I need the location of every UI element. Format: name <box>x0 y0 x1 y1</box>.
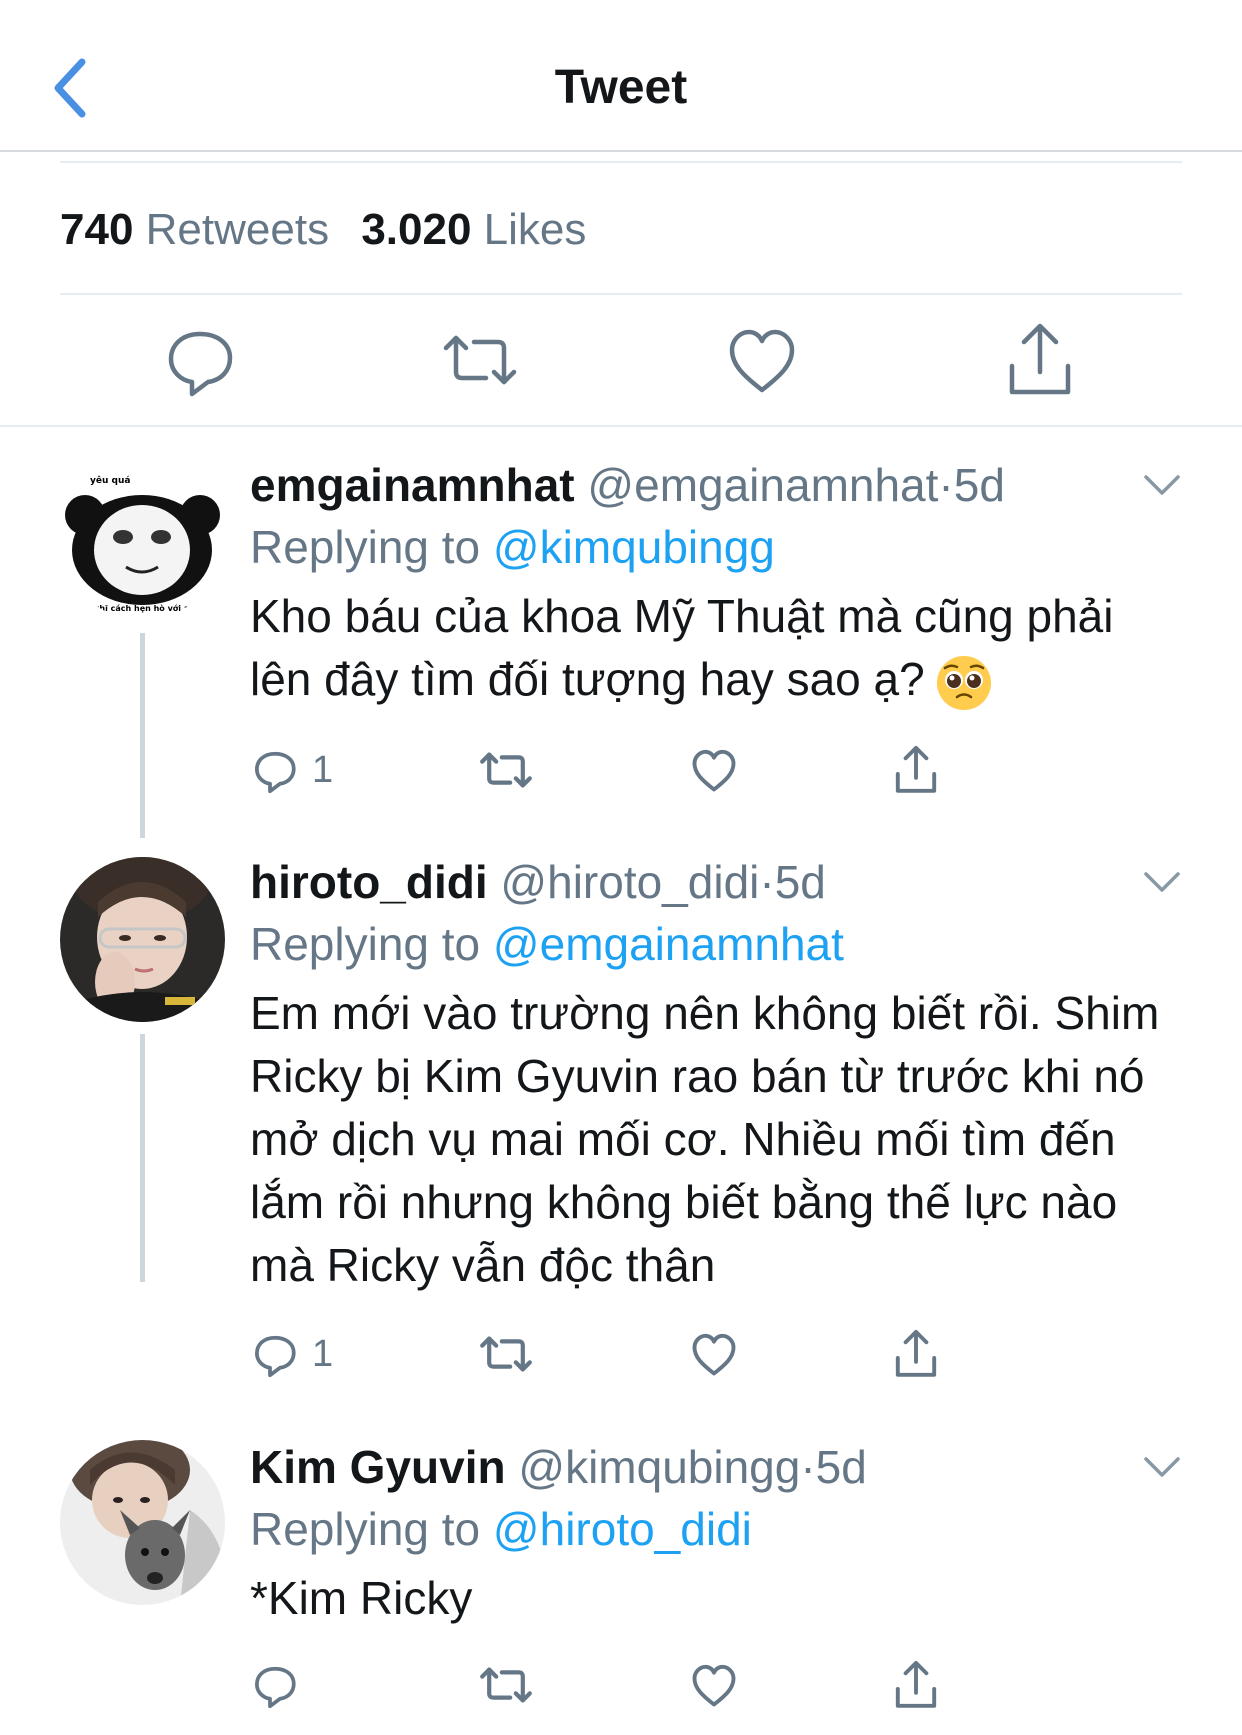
chevron-down-icon <box>1144 475 1180 495</box>
display-name[interactable]: Kim Gyuvin <box>250 1441 506 1493</box>
reply-header: Kim Gyuvin @kimqubingg·5d <box>250 1437 867 1497</box>
tweet-text: Kho báu của khoa Mỹ Thuật mà cũng phải l… <box>250 585 1180 712</box>
divider <box>0 425 1242 427</box>
username[interactable]: @hiroto_didi <box>500 856 759 908</box>
replying-to: Replying to @kimqubingg <box>250 521 775 573</box>
avatar[interactable] <box>60 857 225 1022</box>
thread-line <box>140 1034 145 1282</box>
reply-action-bar: 1 <box>250 1324 1050 1384</box>
reply-button[interactable] <box>250 1655 312 1715</box>
retweet-icon <box>480 1336 532 1372</box>
divider <box>60 161 1182 163</box>
reply-button[interactable]: 1 <box>250 740 333 800</box>
separator-dot: · <box>938 459 954 511</box>
reply-button[interactable] <box>160 320 240 400</box>
share-button[interactable] <box>1000 320 1080 400</box>
timestamp: 5d <box>774 856 826 908</box>
like-button[interactable] <box>688 1655 740 1715</box>
retweet-button[interactable] <box>478 1655 534 1715</box>
panda-meme-avatar: yêu quá nghĩ cách hẹn hò với ai <box>60 455 225 620</box>
retweets-count[interactable]: 740 <box>60 205 133 254</box>
mention-link[interactable]: @emgainamnhat <box>493 918 844 970</box>
replying-to: Replying to @emgainamnhat <box>250 918 844 970</box>
user-photo-avatar <box>60 857 225 1022</box>
share-button[interactable] <box>890 1324 942 1384</box>
mention-link[interactable]: @hiroto_didi <box>493 1503 752 1555</box>
share-button[interactable] <box>890 740 942 800</box>
user-with-dog-avatar <box>60 1440 225 1605</box>
tweet-action-bar <box>0 320 1242 400</box>
likes-count[interactable]: 3.020 <box>361 205 471 254</box>
like-button[interactable] <box>688 740 740 800</box>
more-options-button[interactable] <box>1140 1449 1184 1485</box>
mention-link[interactable]: @kimqubingg <box>493 521 775 573</box>
retweet-icon <box>443 335 517 385</box>
reply-button[interactable]: 1 <box>250 1324 333 1384</box>
reply-count: 1 <box>312 749 334 791</box>
reply-count: 1 <box>312 1333 334 1375</box>
thread-line <box>140 633 145 838</box>
heart-icon <box>692 1333 736 1376</box>
chevron-down-icon <box>1144 872 1180 892</box>
share-button[interactable] <box>890 1655 942 1715</box>
more-options-button[interactable] <box>1140 467 1184 503</box>
reply-header: hiroto_didi @hiroto_didi·5d <box>250 852 826 912</box>
reply-action-bar <box>250 1655 1050 1715</box>
avatar[interactable] <box>60 1440 225 1605</box>
share-icon <box>1009 323 1071 395</box>
svg-text:yêu quá: yêu quá <box>90 475 130 486</box>
retweet-button[interactable] <box>478 1324 534 1384</box>
username[interactable]: @emgainamnhat <box>587 459 938 511</box>
speech-bubble-icon <box>255 751 296 794</box>
heart-icon <box>729 329 795 393</box>
svg-text:nghĩ cách hẹn hò với ai: nghĩ cách hẹn hò với ai <box>88 603 192 613</box>
like-button[interactable] <box>722 320 802 400</box>
chevron-down-icon <box>1144 1457 1180 1477</box>
tweet-text: *Kim Ricky <box>250 1572 473 1624</box>
tweet-stats: 740 Retweets 3.020 Likes <box>60 200 586 260</box>
reply-header: emgainamnhat @emgainamnhat·5d <box>250 455 1005 515</box>
speech-bubble-icon <box>255 1335 296 1378</box>
avatar[interactable]: yêu quá nghĩ cách hẹn hò với ai <box>60 455 225 620</box>
retweet-button[interactable] <box>440 320 520 400</box>
share-icon <box>895 1660 937 1708</box>
retweet-icon <box>480 752 532 788</box>
separator-dot: · <box>759 856 775 908</box>
retweet-button[interactable] <box>478 740 534 800</box>
heart-icon <box>692 749 736 792</box>
retweet-icon <box>480 1667 532 1703</box>
retweets-label[interactable]: Retweets <box>146 205 329 254</box>
share-icon <box>895 1329 937 1377</box>
separator-dot: · <box>800 1441 816 1493</box>
heart-icon <box>692 1664 736 1707</box>
share-icon <box>895 745 937 793</box>
display-name[interactable]: emgainamnhat <box>250 459 575 511</box>
replying-to: Replying to @hiroto_didi <box>250 1503 752 1555</box>
username[interactable]: @kimqubingg <box>518 1441 800 1493</box>
like-button[interactable] <box>688 1324 740 1384</box>
reply-action-bar: 1 <box>250 740 1050 800</box>
speech-bubble-icon <box>168 331 233 397</box>
more-options-button[interactable] <box>1140 864 1184 900</box>
tweet-text: Em mới vào trường nên không biết rồi. Sh… <box>250 987 1160 1291</box>
display-name[interactable]: hiroto_didi <box>250 856 488 908</box>
timestamp: 5d <box>953 459 1005 511</box>
top-bar: Tweet <box>0 0 1242 152</box>
pleading-face-emoji <box>936 655 991 710</box>
timestamp: 5d <box>815 1441 867 1493</box>
divider <box>60 293 1182 295</box>
likes-label[interactable]: Likes <box>484 205 587 254</box>
page-title: Tweet <box>554 61 688 114</box>
speech-bubble-icon <box>255 1666 296 1709</box>
